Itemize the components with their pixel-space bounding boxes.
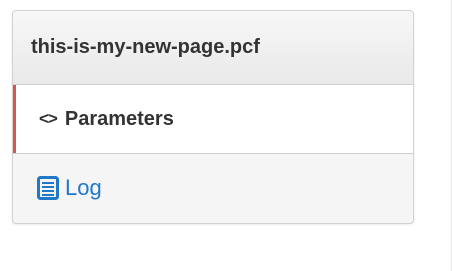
document-icon [37,175,59,200]
page: this-is-my-new-page.pcf <> Parameters Lo… [0,0,452,271]
code-icon: <> [39,109,58,128]
file-panel: this-is-my-new-page.pcf <> Parameters Lo… [12,10,414,224]
panel-title: this-is-my-new-page.pcf [31,36,260,58]
nav-item-parameters-label: Parameters [64,107,174,130]
panel-header: this-is-my-new-page.pcf [13,11,413,85]
nav-item-log[interactable]: Log [13,154,413,221]
nav-item-log-label: Log [65,174,102,200]
nav-item-parameters[interactable]: <> Parameters [13,85,413,154]
